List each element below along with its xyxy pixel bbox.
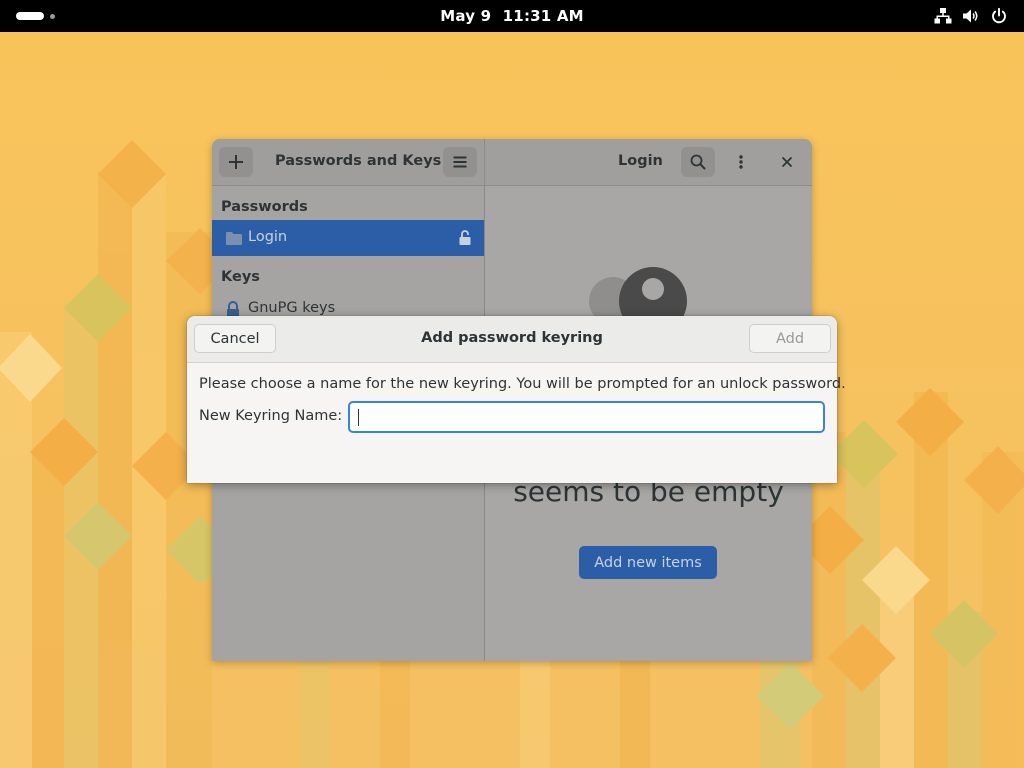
add-password-keyring-dialog: Add password keyring Cancel Add Please c… (187, 316, 846, 483)
more-options-button[interactable] (724, 147, 758, 177)
sidebar-item-login[interactable]: Login (212, 220, 484, 256)
clock[interactable]: May 9 11:31 AM (0, 7, 1024, 25)
keyring-name-input[interactable] (348, 401, 825, 433)
cancel-button[interactable]: Cancel (194, 324, 276, 353)
clock-date: May 9 (440, 7, 492, 25)
clock-time: 11:31 AM (502, 7, 584, 25)
sidebar-header: Passwords and Keys (212, 139, 484, 186)
volume-icon[interactable] (962, 7, 980, 25)
vertical-ellipsis-icon (739, 155, 743, 169)
keyring-name-label: New Keyring Name: (199, 408, 343, 424)
unlocked-padlock-icon (459, 230, 471, 245)
gnupg-key-icon (227, 301, 239, 317)
search-icon (690, 154, 706, 170)
sidebar-item-gnupg-label: GnuPG keys (248, 300, 336, 316)
close-window-button[interactable] (772, 147, 802, 177)
add-button-disabled[interactable]: Add (749, 324, 831, 353)
sidebar-title: Passwords and Keys (275, 153, 442, 169)
add-button[interactable] (219, 147, 253, 177)
dialog-title: Add password keyring (421, 330, 603, 346)
top-bar: May 9 11:31 AM (0, 0, 1024, 32)
content-title: Login (618, 153, 663, 169)
folder-icon (226, 232, 242, 245)
hamburger-menu-icon (453, 156, 467, 168)
keys-section-label: Keys (221, 269, 260, 285)
content-header: Login (485, 139, 812, 186)
plus-icon (229, 155, 243, 169)
network-wired-icon[interactable] (934, 7, 952, 25)
passwords-section-label: Passwords (221, 199, 308, 215)
dialog-description: Please choose a name for the new keyring… (199, 376, 846, 392)
sidebar-item-login-label: Login (248, 229, 288, 245)
dialog-header: Add password keyring Cancel Add (187, 316, 837, 363)
power-icon[interactable] (990, 7, 1008, 25)
text-cursor (358, 409, 359, 426)
main-menu-button[interactable] (443, 147, 477, 177)
add-new-items-button[interactable]: Add new items (579, 546, 717, 579)
close-icon (782, 157, 792, 167)
search-button[interactable] (681, 147, 715, 177)
